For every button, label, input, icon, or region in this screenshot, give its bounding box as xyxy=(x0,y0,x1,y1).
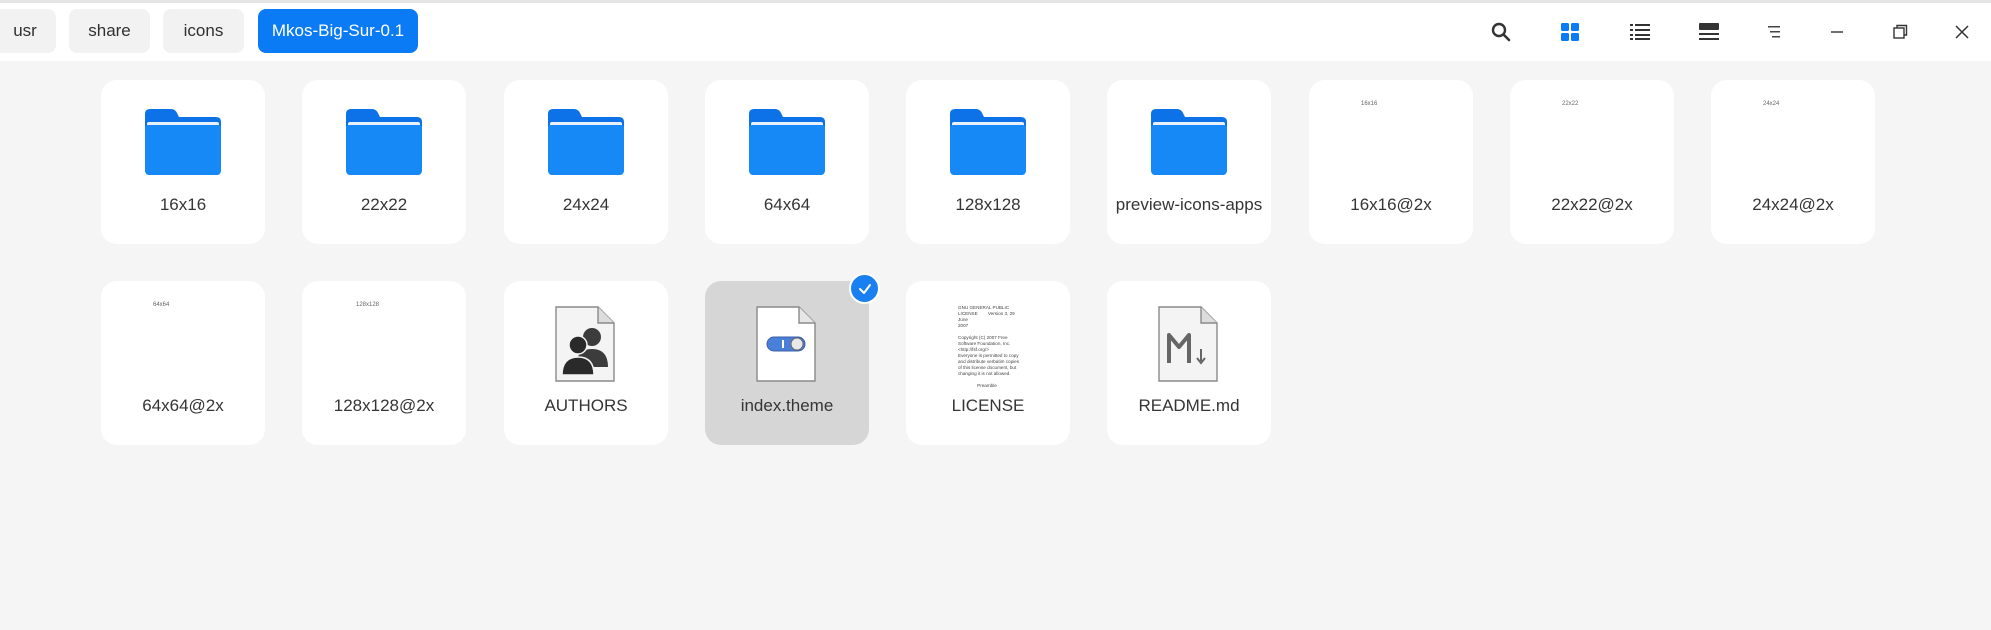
breadcrumb-share[interactable]: share xyxy=(69,9,150,53)
breadcrumb-current-folder[interactable]: Mkos-Big-Sur-0.1 xyxy=(258,9,418,53)
file-name: 24x24@2x xyxy=(1752,195,1834,214)
file-item-128x128[interactable]: 128x128 xyxy=(906,80,1070,244)
file-item-22x22@2x[interactable]: 22x22 22x22@2x xyxy=(1510,80,1674,244)
file-name: 22x22 xyxy=(360,195,408,214)
file-item-24x24[interactable]: 24x24 xyxy=(504,80,668,244)
toolbar: usr share icons Mkos-Big-Sur-0.1 xyxy=(0,0,1991,61)
theme-settings-icon xyxy=(756,306,816,382)
file-item-64x64@2x[interactable]: 64x64 64x64@2x xyxy=(101,281,265,445)
file-name: 64x64 xyxy=(763,195,811,214)
file-name: AUTHORS xyxy=(544,396,628,415)
file-name: 128x128@2x xyxy=(333,396,435,415)
file-name: 128x128 xyxy=(955,195,1021,214)
file-item-24x24@2x[interactable]: 24x24 24x24@2x xyxy=(1711,80,1875,244)
thumbnail-text: 16x16 xyxy=(1361,101,1378,107)
thumbnail-text: 64x64 xyxy=(153,302,170,308)
license-preview-text: GNU GENERAL PUBLIC LICENSE Version 3, 29… xyxy=(958,305,1020,388)
file-item-16x16@2x[interactable]: 16x16 16x16@2x xyxy=(1309,80,1473,244)
breadcrumb-icons[interactable]: icons xyxy=(163,9,244,53)
menu-icon[interactable] xyxy=(1758,15,1792,49)
file-name: 16x16 xyxy=(159,195,207,214)
file-item-64x64[interactable]: 64x64 xyxy=(705,80,869,244)
minimize-icon[interactable] xyxy=(1820,15,1854,49)
grid-view-icon[interactable] xyxy=(1553,15,1587,49)
file-name: README.md xyxy=(1138,396,1240,415)
file-item-22x22[interactable]: 22x22 xyxy=(302,80,466,244)
restore-icon[interactable] xyxy=(1883,15,1917,49)
file-item-readme[interactable]: README.md xyxy=(1107,281,1271,445)
file-item-preview-icons-apps[interactable]: preview-icons-apps xyxy=(1107,80,1271,244)
file-item-authors[interactable]: AUTHORS xyxy=(504,281,668,445)
folder-icon xyxy=(346,109,422,175)
markdown-icon xyxy=(1158,306,1218,382)
file-item-license[interactable]: GNU GENERAL PUBLIC LICENSE Version 3, 29… xyxy=(906,281,1070,445)
thumbnail-text: 128x128 xyxy=(356,302,380,308)
authors-icon xyxy=(555,306,615,382)
file-name: LICENSE xyxy=(951,396,1025,415)
list-view-icon[interactable] xyxy=(1623,15,1657,49)
file-name: 64x64@2x xyxy=(142,396,224,415)
folder-icon xyxy=(548,109,624,175)
folder-icon xyxy=(1151,109,1227,175)
file-name: 16x16@2x xyxy=(1350,195,1432,214)
search-icon[interactable] xyxy=(1484,15,1518,49)
file-item-16x16[interactable]: 16x16 xyxy=(101,80,265,244)
close-icon[interactable] xyxy=(1945,15,1979,49)
selected-check-icon xyxy=(849,273,880,304)
file-name: 22x22@2x xyxy=(1551,195,1633,214)
thumbnail-text: 24x24 xyxy=(1763,101,1780,107)
file-name: index.theme xyxy=(740,396,834,415)
split-view-icon[interactable] xyxy=(1692,15,1726,49)
folder-icon xyxy=(145,109,221,175)
folder-icon xyxy=(950,109,1026,175)
file-item-128x128@2x[interactable]: 128x128 128x128@2x xyxy=(302,281,466,445)
breadcrumb-usr[interactable]: usr xyxy=(0,9,56,53)
thumbnail-text: 22x22 xyxy=(1562,101,1579,107)
folder-icon xyxy=(749,109,825,175)
file-name: preview-icons-apps xyxy=(1115,195,1263,214)
file-item-index-theme[interactable]: index.theme xyxy=(705,281,869,445)
file-name: 24x24 xyxy=(562,195,610,214)
